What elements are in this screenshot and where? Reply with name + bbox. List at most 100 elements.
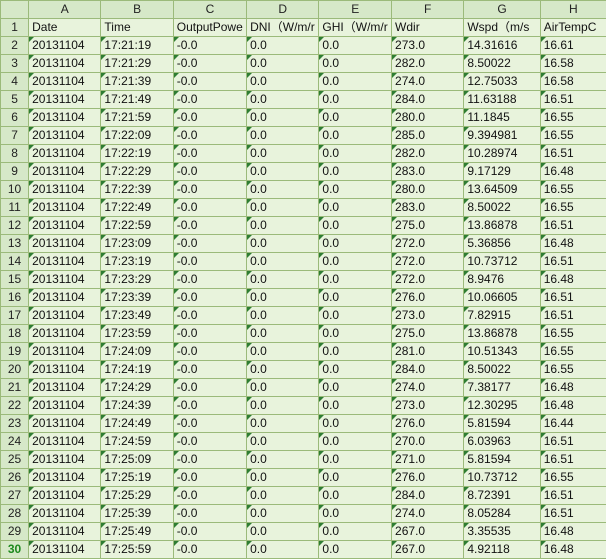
data-cell[interactable]: 0.0 [319, 253, 392, 271]
data-cell[interactable]: 16.48 [540, 523, 606, 541]
row-number[interactable]: 20 [1, 361, 29, 379]
data-cell[interactable]: 0.0 [319, 181, 392, 199]
header-cell[interactable]: DNI（W/m/r [247, 19, 319, 37]
data-cell[interactable]: 13.64509 [464, 181, 540, 199]
row-number[interactable]: 28 [1, 505, 29, 523]
data-cell[interactable]: -0.0 [173, 415, 246, 433]
data-cell[interactable]: 7.38177 [464, 379, 540, 397]
data-cell[interactable]: 0.0 [319, 541, 392, 559]
row-number[interactable]: 4 [1, 73, 29, 91]
data-cell[interactable]: 16.48 [540, 397, 606, 415]
data-cell[interactable]: 9.394981 [464, 127, 540, 145]
row-number[interactable]: 30 [1, 541, 29, 559]
data-cell[interactable]: 8.72391 [464, 487, 540, 505]
row-number[interactable]: 21 [1, 379, 29, 397]
data-cell[interactable]: 0.0 [247, 127, 319, 145]
data-cell[interactable]: 20131104 [29, 73, 101, 91]
data-cell[interactable]: 16.55 [540, 343, 606, 361]
data-cell[interactable]: 0.0 [247, 235, 319, 253]
data-cell[interactable]: -0.0 [173, 397, 246, 415]
data-cell[interactable]: 17:25:39 [101, 505, 173, 523]
data-cell[interactable]: 16.51 [540, 253, 606, 271]
data-cell[interactable]: -0.0 [173, 307, 246, 325]
row-number[interactable]: 2 [1, 37, 29, 55]
data-cell[interactable]: 0.0 [319, 199, 392, 217]
data-cell[interactable]: 0.0 [247, 37, 319, 55]
row-number[interactable]: 1 [1, 19, 29, 37]
data-cell[interactable]: 0.0 [247, 505, 319, 523]
data-cell[interactable]: 0.0 [319, 397, 392, 415]
data-cell[interactable]: 20131104 [29, 55, 101, 73]
data-cell[interactable]: 270.0 [392, 433, 464, 451]
data-cell[interactable]: -0.0 [173, 433, 246, 451]
data-cell[interactable]: 0.0 [247, 109, 319, 127]
data-cell[interactable]: 17:23:19 [101, 253, 173, 271]
data-cell[interactable]: 0.0 [247, 73, 319, 91]
data-cell[interactable]: -0.0 [173, 505, 246, 523]
data-cell[interactable]: 5.81594 [464, 451, 540, 469]
data-cell[interactable]: 0.0 [319, 289, 392, 307]
data-cell[interactable]: 20131104 [29, 145, 101, 163]
data-cell[interactable]: 20131104 [29, 199, 101, 217]
data-cell[interactable]: 17:23:29 [101, 271, 173, 289]
data-cell[interactable]: 0.0 [319, 145, 392, 163]
data-cell[interactable]: 0.0 [247, 469, 319, 487]
data-cell[interactable]: 20131104 [29, 235, 101, 253]
data-cell[interactable]: 17:25:29 [101, 487, 173, 505]
data-cell[interactable]: 0.0 [247, 361, 319, 379]
data-cell[interactable]: -0.0 [173, 523, 246, 541]
data-cell[interactable]: -0.0 [173, 163, 246, 181]
row-number[interactable]: 11 [1, 199, 29, 217]
data-cell[interactable]: 271.0 [392, 451, 464, 469]
data-cell[interactable]: 20131104 [29, 217, 101, 235]
data-cell[interactable]: -0.0 [173, 289, 246, 307]
data-cell[interactable]: 0.0 [319, 127, 392, 145]
data-cell[interactable]: 275.0 [392, 325, 464, 343]
row-number[interactable]: 7 [1, 127, 29, 145]
data-cell[interactable]: 0.0 [247, 289, 319, 307]
data-cell[interactable]: -0.0 [173, 127, 246, 145]
data-cell[interactable]: -0.0 [173, 253, 246, 271]
data-cell[interactable]: 0.0 [319, 325, 392, 343]
data-cell[interactable]: 20131104 [29, 379, 101, 397]
data-cell[interactable]: 0.0 [319, 451, 392, 469]
data-cell[interactable]: 272.0 [392, 235, 464, 253]
data-cell[interactable]: 273.0 [392, 307, 464, 325]
data-cell[interactable]: 0.0 [247, 397, 319, 415]
row-number[interactable]: 12 [1, 217, 29, 235]
data-cell[interactable]: 0.0 [247, 91, 319, 109]
data-cell[interactable]: 272.0 [392, 271, 464, 289]
data-cell[interactable]: 20131104 [29, 307, 101, 325]
column-header-A[interactable]: A [29, 1, 101, 19]
data-cell[interactable]: 20131104 [29, 343, 101, 361]
data-cell[interactable]: 16.55 [540, 127, 606, 145]
data-cell[interactable]: 17:25:19 [101, 469, 173, 487]
data-cell[interactable]: 17:24:09 [101, 343, 173, 361]
data-cell[interactable]: 4.92118 [464, 541, 540, 559]
data-cell[interactable]: 283.0 [392, 199, 464, 217]
data-cell[interactable]: -0.0 [173, 469, 246, 487]
data-cell[interactable]: 17:21:29 [101, 55, 173, 73]
data-cell[interactable]: 17:21:39 [101, 73, 173, 91]
data-cell[interactable]: 16.51 [540, 217, 606, 235]
column-header-C[interactable]: C [173, 1, 246, 19]
data-cell[interactable]: 0.0 [247, 379, 319, 397]
data-cell[interactable]: 0.0 [247, 307, 319, 325]
data-cell[interactable]: 10.73712 [464, 253, 540, 271]
data-cell[interactable]: 16.48 [540, 163, 606, 181]
data-cell[interactable]: 16.61 [540, 37, 606, 55]
data-cell[interactable]: 12.75033 [464, 73, 540, 91]
data-cell[interactable]: 17:24:19 [101, 361, 173, 379]
data-cell[interactable]: 17:24:39 [101, 397, 173, 415]
data-cell[interactable]: 11.1845 [464, 109, 540, 127]
data-cell[interactable]: 282.0 [392, 145, 464, 163]
data-cell[interactable]: 17:23:49 [101, 307, 173, 325]
data-cell[interactable]: 20131104 [29, 127, 101, 145]
data-cell[interactable]: 16.55 [540, 469, 606, 487]
column-header-D[interactable]: D [247, 1, 319, 19]
data-cell[interactable]: 0.0 [319, 415, 392, 433]
data-cell[interactable]: 0.0 [247, 181, 319, 199]
row-number[interactable]: 16 [1, 289, 29, 307]
data-cell[interactable]: 273.0 [392, 37, 464, 55]
data-cell[interactable]: 283.0 [392, 163, 464, 181]
